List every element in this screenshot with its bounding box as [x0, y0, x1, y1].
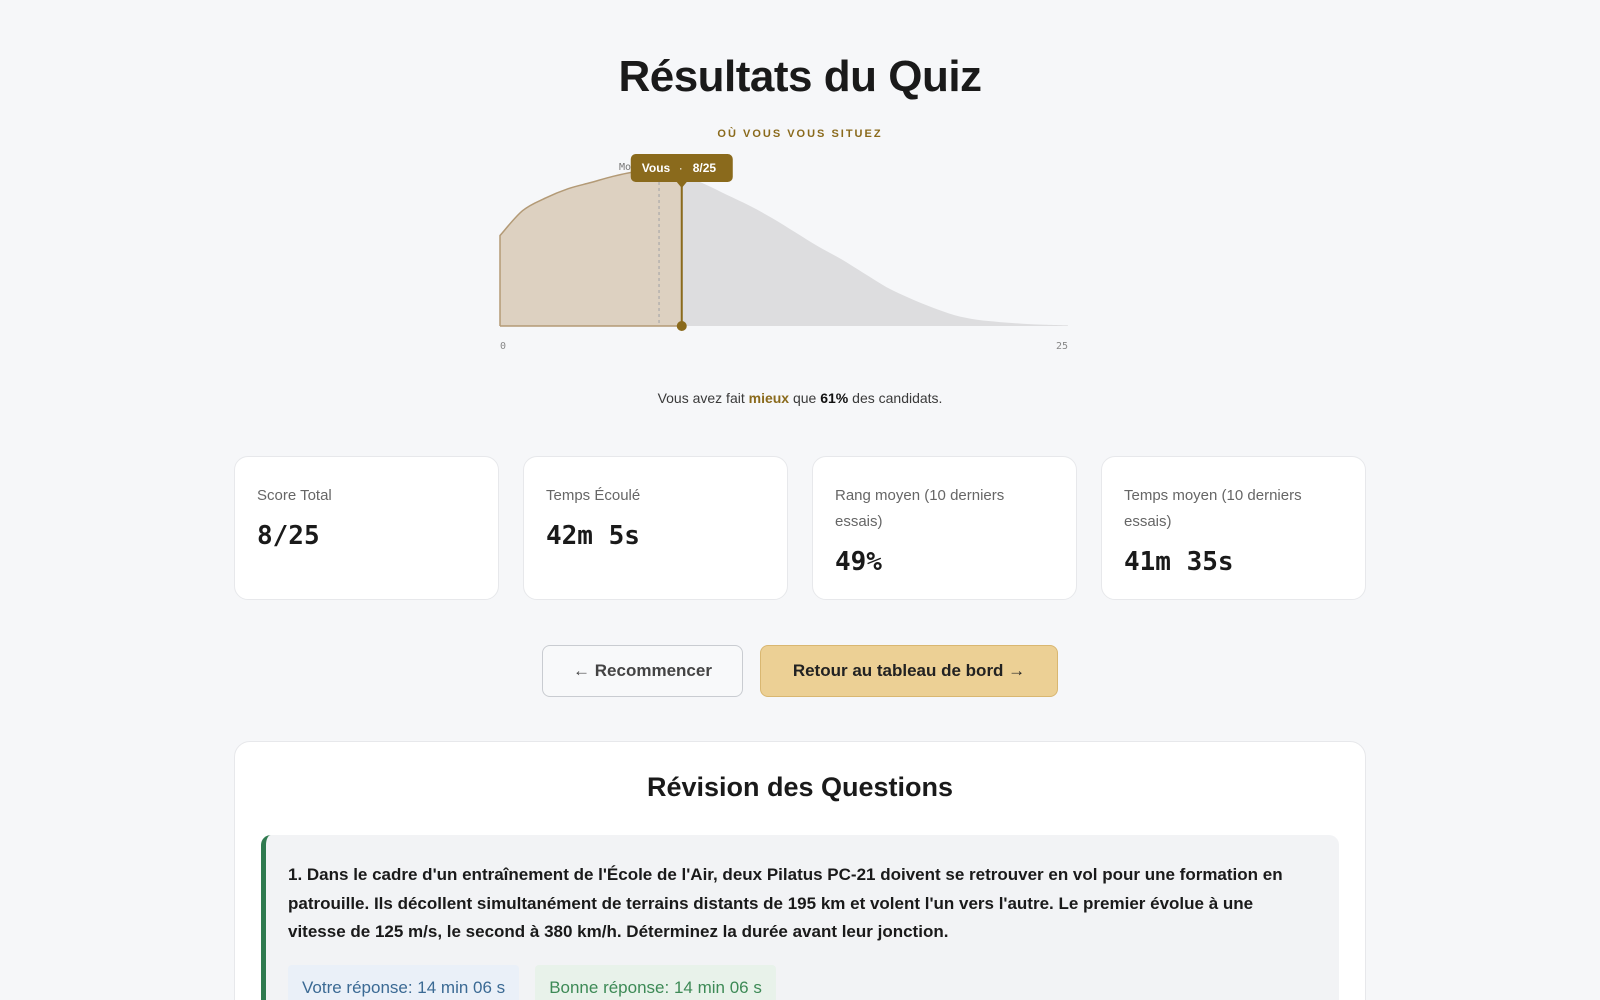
page-title: Résultats du Quiz — [618, 52, 982, 101]
summary-percent: 61% — [820, 390, 849, 406]
review-title: Révision des Questions — [646, 772, 954, 802]
score-distribution-chart: Moy. Vous · 8/25 0 25 — [499, 154, 1068, 352]
stat-card-elapsed-time: Temps Écoulé 42m 5s — [523, 456, 788, 600]
summary-prefix: Vous avez fait — [657, 390, 749, 406]
distribution-area-below — [500, 169, 682, 326]
stat-cards: Score Total 8/25 Temps Écoulé 42m 5s Ran… — [234, 456, 1366, 600]
answer-row: Votre réponse: 14 min 06 s Bonne réponse… — [288, 964, 1315, 1000]
stat-label: Rang moyen (10 derniers essais) — [835, 487, 1005, 530]
question-text: 1. Dans le cadre d'un entraînement de l'… — [288, 865, 1283, 941]
distribution-heading: OÙ VOUS VOUS SITUEZ — [717, 128, 883, 140]
stat-value: 49% — [835, 547, 882, 577]
stat-value: 41m 35s — [1124, 547, 1234, 577]
restart-button[interactable]: ← Recommencer — [542, 645, 743, 697]
action-buttons: ← Recommencer Retour au tableau de bord … — [0, 645, 1600, 697]
summary-suffix: des candidats. — [848, 390, 943, 406]
stat-value: 8/25 — [257, 521, 320, 551]
stat-label: Temps Écoulé — [546, 487, 641, 504]
percentile-summary: Vous avez fait mieux que 61% des candida… — [0, 390, 1600, 406]
stat-label: Temps moyen (10 derniers essais) — [1124, 487, 1302, 530]
summary-middle: que — [789, 390, 821, 406]
stat-card-total-score: Score Total 8/25 — [234, 456, 499, 600]
stat-card-average-time: Temps moyen (10 derniers essais) 41m 35s — [1101, 456, 1366, 600]
back-to-dashboard-button[interactable]: Retour au tableau de bord → — [760, 645, 1058, 697]
user-score-tooltip-separator: · — [679, 161, 683, 175]
summary-highlight: mieux — [748, 390, 790, 406]
correct-answer-chip: Bonne réponse: 14 min 06 s — [535, 964, 776, 1000]
question-card: 1. Dans le cadre d'un entraînement de l'… — [261, 835, 1339, 1000]
user-answer-chip: Votre réponse: 14 min 06 s — [288, 964, 520, 1000]
stat-value: 42m 5s — [546, 521, 640, 551]
stat-card-average-rank: Rang moyen (10 derniers essais) 49% — [812, 456, 1077, 600]
stat-label: Score Total — [257, 487, 332, 504]
user-score-dot — [676, 321, 687, 331]
x-tick-min: 0 — [500, 341, 506, 352]
question-review-panel: Révision des Questions 1. Dans le cadre … — [234, 741, 1366, 1000]
user-score-tooltip-label: Vous — [642, 161, 671, 175]
x-tick-max: 25 — [1056, 341, 1068, 352]
user-score-tooltip-value: 8/25 — [693, 161, 717, 175]
